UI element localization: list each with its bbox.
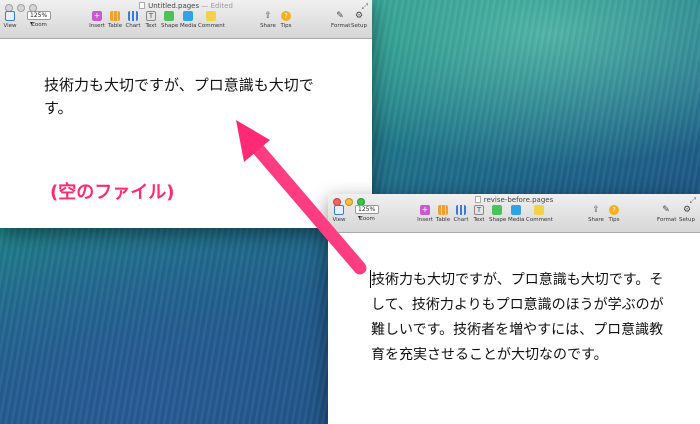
arrow-shaft xyxy=(245,135,367,275)
annotation-arrow xyxy=(236,120,367,275)
